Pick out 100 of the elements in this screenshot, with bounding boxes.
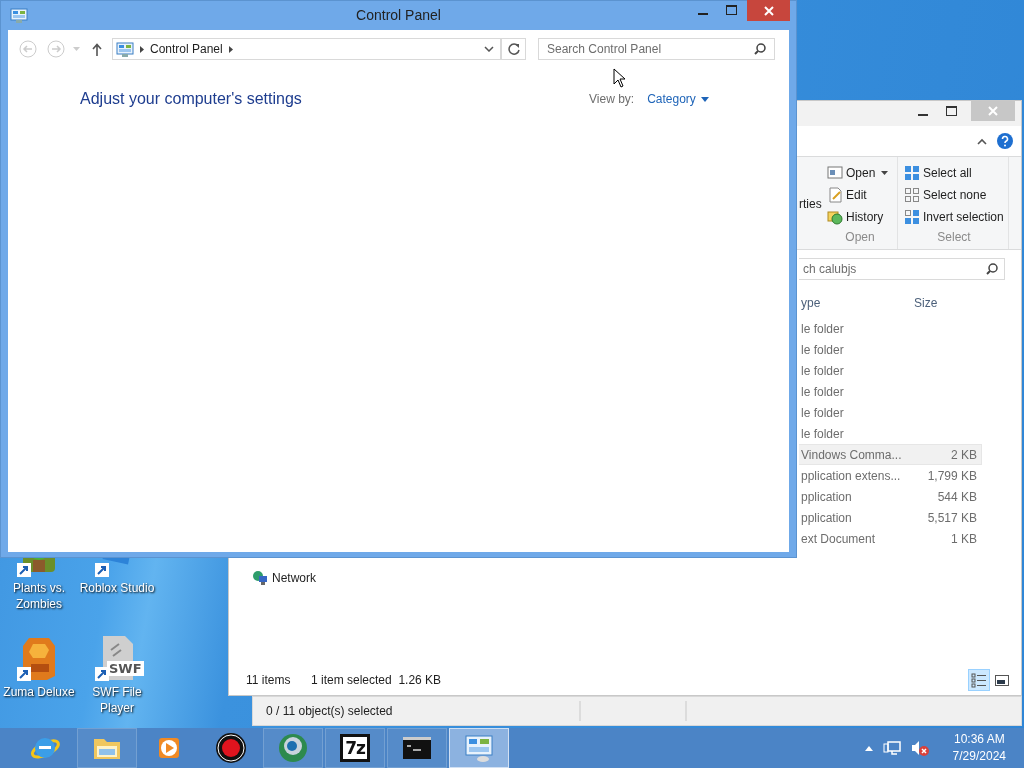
shortcut-arrow-icon [95,563,109,577]
breadcrumb-item[interactable]: Control Panel [150,42,223,56]
shortcut-arrow-icon [95,667,109,681]
minimize-icon [698,12,708,15]
search-field[interactable]: Search Control Panel [538,38,775,60]
dropdown-caret-icon [700,96,709,102]
close-icon [763,5,774,16]
refresh-button[interactable] [502,38,526,60]
page-heading: Adjust your computer's settings [80,90,303,108]
view-by-label: View by: [589,92,635,106]
record-icon [215,732,247,764]
icon-badge-text: SWF [107,661,144,676]
file-row[interactable]: le folder [799,318,982,339]
desktop-icon-label[interactable]: Zuma Deluxe [0,684,78,700]
file-row[interactable]: le folder [799,360,982,381]
table-cell-text: le folder [801,405,845,420]
search-field[interactable]: ch calubjs [799,257,1005,280]
help-icon[interactable] [997,133,1013,149]
table-cell-text: le folder [801,321,845,336]
search-icon [986,262,998,275]
file-row[interactable]: Vindows Comma... 2 KB [799,444,982,465]
shortcut-arrow-icon [17,667,31,681]
clock-date: 7/29/2024 [952,748,1006,765]
taskbar-button[interactable]: 7z [325,728,385,768]
file-row[interactable]: le folder [799,381,982,402]
view-by-dropdown[interactable]: Category [647,92,709,106]
close-icon [988,106,998,116]
taskbar-button[interactable] [387,728,447,768]
ribbon-button[interactable]: History [827,206,893,228]
table-cell-text: le folder [801,384,845,399]
ribbon-button[interactable]: Select none [904,184,1004,206]
view-button[interactable] [968,668,990,691]
ribbon-button[interactable]: Edit [827,184,893,206]
file-row[interactable]: pplication 5,517 KB [799,507,982,528]
table-cell-text: pplication extens... [801,468,902,483]
globe-icon [277,732,309,764]
mouse-pointer-icon [613,68,626,88]
maximize-icon [725,5,737,15]
grid-squares-icon [904,165,920,181]
close-button[interactable] [747,0,790,21]
table-cell-text: le folder [801,363,845,378]
window-icon [827,165,843,181]
network-monitor-icon[interactable] [882,740,901,756]
chevron-down-icon [484,46,494,52]
column-header[interactable]: ype [801,295,914,310]
maximize-icon [945,106,957,116]
document-pencil-icon [827,187,843,203]
ribbon-group-label: Open [844,230,876,246]
collapse-caret-icon[interactable] [977,137,987,145]
dropdown-caret-icon [881,171,889,175]
table-cell-text: pplication [801,489,853,504]
address-bar[interactable]: Control Panel [112,38,502,60]
ribbon-button[interactable]: Invert selection [904,206,1004,228]
table-cell-text: Vindows Comma... [801,447,903,462]
shortcut-arrow-icon [17,563,31,577]
control-panel-icon [10,7,28,23]
up-button[interactable] [92,42,102,56]
ribbon-button[interactable]: Open [827,162,893,184]
muted-speaker-icon[interactable] [910,740,929,756]
ribbon-button[interactable]: rties [799,157,821,249]
nav-item[interactable]: Network [272,571,316,585]
control-panel-icon [463,732,495,764]
status-text: 1 item selected 1.26 KB [311,672,442,687]
ribbon-group-label: Select [936,230,972,246]
table-cell-text: 544 KB [936,489,977,504]
empty-squares-icon [904,187,920,203]
status-text: 11 items [246,672,292,687]
clock-time: 10:36 AM [952,731,1006,748]
dropdown-caret-icon [73,47,80,51]
refresh-icon [507,43,520,55]
file-row[interactable]: le folder [799,423,982,444]
file-row[interactable]: pplication 544 KB [799,486,982,507]
mixed-squares-icon [904,209,920,225]
table-cell-text: 5,517 KB [926,510,977,525]
table-cell-text: 1 KB [950,531,977,546]
file-row[interactable]: pplication extens... 1,799 KB [799,465,982,486]
table-cell-text: pplication [801,510,853,525]
file-row[interactable]: le folder [799,402,982,423]
clock[interactable]: 10:36 AM 7/29/2024 [952,731,1006,765]
table-cell-text: le folder [801,342,845,357]
chevron-right-icon [140,45,144,53]
control-panel-icon [116,41,134,57]
desktop-icon-label[interactable]: Plants vs. Zombies [0,580,78,612]
table-cell-text: ext Document [801,531,877,546]
search-icon [754,43,766,55]
table-cell-text: 1,799 KB [926,468,977,483]
chevron-right-icon [228,45,233,53]
column-header[interactable]: Size [914,295,974,310]
minimize-icon [918,113,928,116]
file-row[interactable]: ext Document 1 KB [799,528,982,549]
table-cell-text: 2 KB [950,447,977,462]
network-globe-icon [252,570,268,586]
file-row[interactable]: le folder [799,339,982,360]
ribbon-button[interactable]: Select all [904,162,1004,184]
table-cell-text: le folder [801,426,845,441]
details-view-icon [971,671,987,688]
status-text: 0 / 11 object(s) selected [253,701,581,721]
window-title: Control Panel [356,7,441,23]
up-arrow-icon [92,42,102,56]
show-hidden-icons-caret[interactable] [864,745,873,751]
